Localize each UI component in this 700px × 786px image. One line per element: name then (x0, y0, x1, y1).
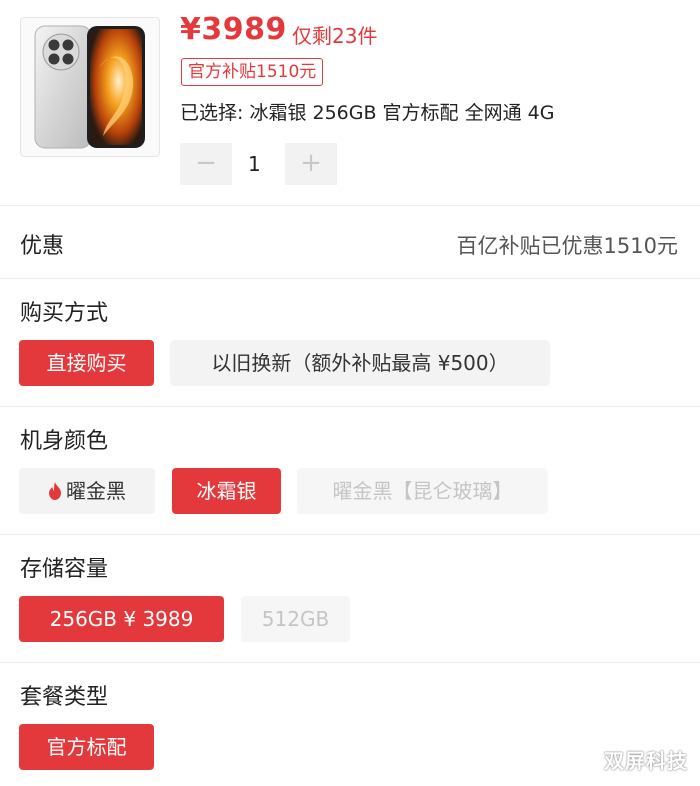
subsidy-badge: 官方补贴1510元 (181, 58, 324, 86)
divider (0, 278, 700, 279)
package-label: 套餐类型 (20, 685, 109, 710)
color-option-silver[interactable]: 冰霜银 (172, 468, 281, 514)
price: ¥3989 (180, 12, 287, 47)
purchase-method-label: 购买方式 (20, 301, 109, 326)
purchase-trade-in-button[interactable]: 以旧换新（额外补贴最高 ¥500） (170, 340, 550, 386)
storage-option-512gb[interactable]: 512GB (241, 596, 350, 642)
quantity-value[interactable]: 1 (248, 152, 261, 176)
color-option-black[interactable]: 曜金黑 (19, 468, 155, 514)
color-option-black-kunlun[interactable]: 曜金黑【昆仑玻璃】 (297, 468, 548, 514)
divider (0, 406, 700, 407)
divider (0, 534, 700, 535)
stock-remaining: 仅剩23件 (292, 24, 378, 48)
selected-spec: 已选择: 冰霜银 256GB 官方标配 全网通 4G (180, 102, 555, 124)
divider (0, 662, 700, 663)
quantity-decrease-button[interactable]: − (180, 143, 232, 185)
discount-value[interactable]: 百亿补贴已优惠1510元 (457, 230, 678, 260)
package-option-standard[interactable]: 官方标配 (19, 724, 154, 770)
color-label: 机身颜色 (20, 429, 109, 454)
product-image[interactable] (20, 17, 160, 157)
discount-label: 优惠 (20, 234, 65, 259)
storage-label: 存储容量 (20, 557, 109, 582)
divider (0, 205, 700, 206)
quantity-increase-button[interactable]: + (285, 143, 337, 185)
color-option-label: 曜金黑 (66, 479, 126, 503)
purchase-direct-button[interactable]: 直接购买 (19, 340, 154, 386)
flame-icon (48, 470, 62, 516)
storage-option-256gb[interactable]: 256GB ¥ 3989 (19, 596, 224, 642)
watermark: 双屏科技 (604, 749, 688, 773)
phone-image (34, 25, 145, 149)
